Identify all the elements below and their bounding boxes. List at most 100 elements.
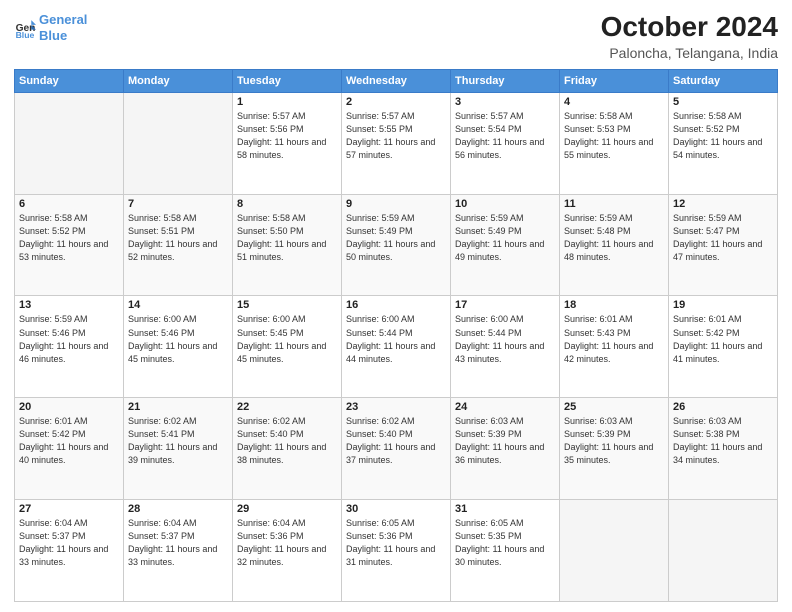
calendar-cell: 25 Sunrise: 6:03 AM Sunset: 5:39 PM Dayli… <box>560 398 669 500</box>
day-number: 14 <box>128 299 228 311</box>
header: Gen Blue General Blue October 2024 Palon… <box>14 12 778 61</box>
day-info: Sunrise: 6:02 AM Sunset: 5:40 PM Dayligh… <box>346 415 446 467</box>
day-info: Sunrise: 6:01 AM Sunset: 5:42 PM Dayligh… <box>19 415 119 467</box>
day-number: 27 <box>19 503 119 515</box>
day-info: Sunrise: 5:59 AM Sunset: 5:47 PM Dayligh… <box>673 212 773 264</box>
day-number: 23 <box>346 401 446 413</box>
calendar-cell: 24 Sunrise: 6:03 AM Sunset: 5:39 PM Dayli… <box>451 398 560 500</box>
day-number: 5 <box>673 96 773 108</box>
day-info: Sunrise: 5:57 AM Sunset: 5:54 PM Dayligh… <box>455 110 555 162</box>
calendar-header-row: SundayMondayTuesdayWednesdayThursdayFrid… <box>15 69 778 92</box>
day-number: 9 <box>346 198 446 210</box>
day-info: Sunrise: 6:00 AM Sunset: 5:44 PM Dayligh… <box>455 313 555 365</box>
page: Gen Blue General Blue October 2024 Palon… <box>0 0 792 612</box>
calendar-cell: 14 Sunrise: 6:00 AM Sunset: 5:46 PM Dayli… <box>124 296 233 398</box>
calendar-week-5: 27 Sunrise: 6:04 AM Sunset: 5:37 PM Dayli… <box>15 500 778 602</box>
weekday-header-tuesday: Tuesday <box>233 69 342 92</box>
day-info: Sunrise: 6:00 AM Sunset: 5:46 PM Dayligh… <box>128 313 228 365</box>
calendar-cell: 5 Sunrise: 5:58 AM Sunset: 5:52 PM Daylig… <box>669 92 778 194</box>
day-info: Sunrise: 5:57 AM Sunset: 5:56 PM Dayligh… <box>237 110 337 162</box>
calendar-cell: 13 Sunrise: 5:59 AM Sunset: 5:46 PM Dayli… <box>15 296 124 398</box>
day-number: 29 <box>237 503 337 515</box>
day-info: Sunrise: 5:59 AM Sunset: 5:46 PM Dayligh… <box>19 313 119 365</box>
calendar-cell: 27Sunrise: 6:04 AM Sunset: 5:37 PM Dayli… <box>15 500 124 602</box>
calendar-cell: 16Sunrise: 6:00 AM Sunset: 5:44 PM Dayli… <box>342 296 451 398</box>
day-info: Sunrise: 5:58 AM Sunset: 5:53 PM Dayligh… <box>564 110 664 162</box>
calendar-cell: 9Sunrise: 5:59 AM Sunset: 5:49 PM Daylig… <box>342 194 451 296</box>
day-number: 25 <box>564 401 664 413</box>
day-number: 21 <box>128 401 228 413</box>
calendar-cell <box>15 92 124 194</box>
calendar-cell: 20 Sunrise: 6:01 AM Sunset: 5:42 PM Dayli… <box>15 398 124 500</box>
day-number: 30 <box>346 503 446 515</box>
day-number: 31 <box>455 503 555 515</box>
day-number: 26 <box>673 401 773 413</box>
weekday-header-sunday: Sunday <box>15 69 124 92</box>
day-info: Sunrise: 5:58 AM Sunset: 5:52 PM Dayligh… <box>19 212 119 264</box>
day-number: 8 <box>237 198 337 210</box>
day-info: Sunrise: 6:03 AM Sunset: 5:39 PM Dayligh… <box>564 415 664 467</box>
day-number: 18 <box>564 299 664 311</box>
calendar-week-1: 1 Sunrise: 5:57 AM Sunset: 5:56 PM Daylig… <box>15 92 778 194</box>
calendar-cell <box>669 500 778 602</box>
day-number: 13 <box>19 299 119 311</box>
day-info: Sunrise: 6:00 AM Sunset: 5:45 PM Dayligh… <box>237 313 337 365</box>
day-number: 12 <box>673 198 773 210</box>
logo-icon: Gen Blue <box>14 17 36 39</box>
logo: Gen Blue General Blue <box>14 12 87 43</box>
day-info: Sunrise: 6:01 AM Sunset: 5:43 PM Dayligh… <box>564 313 664 365</box>
day-info: Sunrise: 6:03 AM Sunset: 5:38 PM Dayligh… <box>673 415 773 467</box>
day-number: 28 <box>128 503 228 515</box>
day-number: 10 <box>455 198 555 210</box>
day-info: Sunrise: 5:59 AM Sunset: 5:49 PM Dayligh… <box>455 212 555 264</box>
day-number: 1 <box>237 96 337 108</box>
day-info: Sunrise: 6:04 AM Sunset: 5:36 PM Dayligh… <box>237 517 337 569</box>
title-block: October 2024 Paloncha, Telangana, India <box>601 12 778 61</box>
calendar-cell: 23 Sunrise: 6:02 AM Sunset: 5:40 PM Dayli… <box>342 398 451 500</box>
calendar-table: SundayMondayTuesdayWednesdayThursdayFrid… <box>14 69 778 602</box>
calendar-week-2: 6 Sunrise: 5:58 AM Sunset: 5:52 PM Daylig… <box>15 194 778 296</box>
calendar-cell: 28 Sunrise: 6:04 AM Sunset: 5:37 PM Dayli… <box>124 500 233 602</box>
day-number: 22 <box>237 401 337 413</box>
calendar-cell: 12 Sunrise: 5:59 AM Sunset: 5:47 PM Dayli… <box>669 194 778 296</box>
calendar-cell: 10 Sunrise: 5:59 AM Sunset: 5:49 PM Dayli… <box>451 194 560 296</box>
day-number: 3 <box>455 96 555 108</box>
day-info: Sunrise: 5:57 AM Sunset: 5:55 PM Dayligh… <box>346 110 446 162</box>
calendar-cell <box>124 92 233 194</box>
day-info: Sunrise: 6:05 AM Sunset: 5:36 PM Dayligh… <box>346 517 446 569</box>
calendar-cell: 15Sunrise: 6:00 AM Sunset: 5:45 PM Dayli… <box>233 296 342 398</box>
day-info: Sunrise: 6:02 AM Sunset: 5:41 PM Dayligh… <box>128 415 228 467</box>
calendar-cell: 2 Sunrise: 5:57 AM Sunset: 5:55 PM Daylig… <box>342 92 451 194</box>
day-info: Sunrise: 6:03 AM Sunset: 5:39 PM Dayligh… <box>455 415 555 467</box>
calendar-week-4: 20 Sunrise: 6:01 AM Sunset: 5:42 PM Dayli… <box>15 398 778 500</box>
weekday-header-wednesday: Wednesday <box>342 69 451 92</box>
day-number: 24 <box>455 401 555 413</box>
calendar-cell: 17 Sunrise: 6:00 AM Sunset: 5:44 PM Dayli… <box>451 296 560 398</box>
calendar-week-3: 13 Sunrise: 5:59 AM Sunset: 5:46 PM Dayli… <box>15 296 778 398</box>
day-number: 17 <box>455 299 555 311</box>
day-info: Sunrise: 5:58 AM Sunset: 5:52 PM Dayligh… <box>673 110 773 162</box>
day-info: Sunrise: 6:04 AM Sunset: 5:37 PM Dayligh… <box>128 517 228 569</box>
calendar-cell: 22 Sunrise: 6:02 AM Sunset: 5:40 PM Dayli… <box>233 398 342 500</box>
day-number: 4 <box>564 96 664 108</box>
day-number: 6 <box>19 198 119 210</box>
day-number: 11 <box>564 198 664 210</box>
svg-text:Blue: Blue <box>16 30 35 39</box>
calendar-cell: 31Sunrise: 6:05 AM Sunset: 5:35 PM Dayli… <box>451 500 560 602</box>
calendar-cell: 11Sunrise: 5:59 AM Sunset: 5:48 PM Dayli… <box>560 194 669 296</box>
day-number: 2 <box>346 96 446 108</box>
day-number: 19 <box>673 299 773 311</box>
day-number: 20 <box>19 401 119 413</box>
day-info: Sunrise: 6:01 AM Sunset: 5:42 PM Dayligh… <box>673 313 773 365</box>
weekday-header-monday: Monday <box>124 69 233 92</box>
day-info: Sunrise: 5:58 AM Sunset: 5:51 PM Dayligh… <box>128 212 228 264</box>
day-info: Sunrise: 6:02 AM Sunset: 5:40 PM Dayligh… <box>237 415 337 467</box>
day-info: Sunrise: 6:00 AM Sunset: 5:44 PM Dayligh… <box>346 313 446 365</box>
calendar-cell <box>560 500 669 602</box>
calendar-cell: 30 Sunrise: 6:05 AM Sunset: 5:36 PM Dayli… <box>342 500 451 602</box>
calendar-cell: 7 Sunrise: 5:58 AM Sunset: 5:51 PM Daylig… <box>124 194 233 296</box>
day-number: 7 <box>128 198 228 210</box>
weekday-header-friday: Friday <box>560 69 669 92</box>
logo-text: General Blue <box>39 12 87 43</box>
sub-title: Paloncha, Telangana, India <box>601 45 778 61</box>
